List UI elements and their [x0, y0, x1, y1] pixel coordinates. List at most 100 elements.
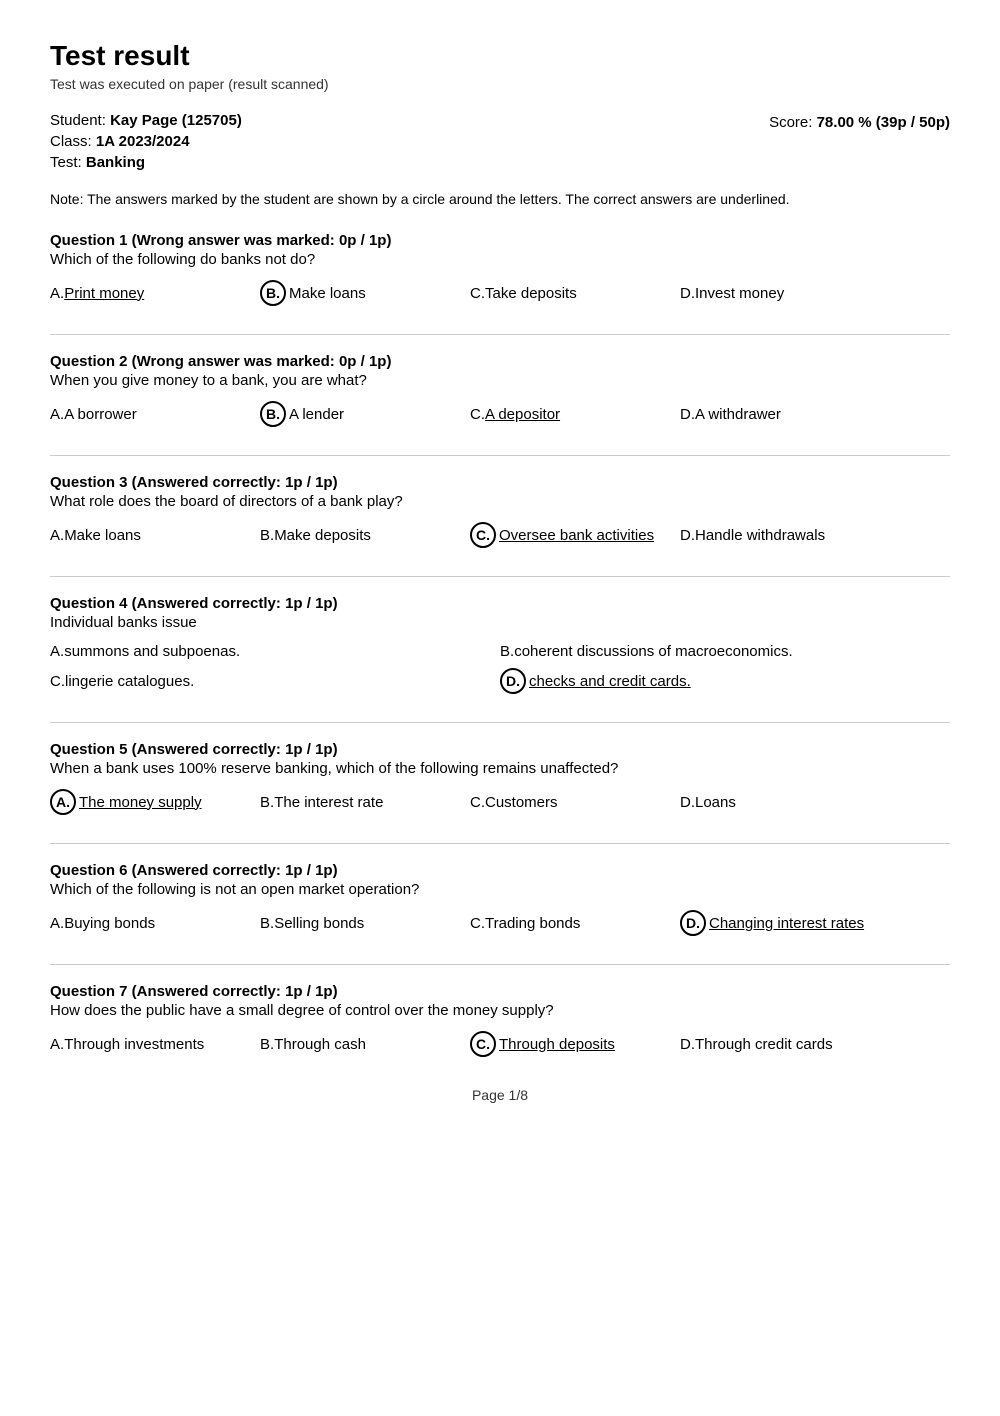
meta-left: Student: Kay Page (125705) Class: 1A 202…	[50, 112, 242, 171]
note-box: Note: The answers marked by the student …	[50, 189, 950, 210]
answer-q6-A: A. Buying bonds	[50, 915, 250, 932]
page-footer: Page 1/8	[50, 1087, 950, 1103]
score-value: 78.00 % (39p / 50p)	[817, 114, 950, 131]
answer-text-q1-B: Make loans	[289, 285, 366, 302]
answer-text-q7-A: Through investments	[64, 1036, 204, 1053]
answer-q1-D: D. Invest money	[680, 285, 880, 302]
page-number: Page 1/8	[472, 1087, 528, 1103]
answer-text-q5-B: The interest rate	[274, 794, 383, 811]
answer-text-q1-D: Invest money	[695, 285, 784, 302]
answers-q4: A. summons and subpoenas. B. coherent dis…	[50, 643, 950, 694]
answer-q5-D: D. Loans	[680, 794, 880, 811]
answer-q5-B: B. The interest rate	[260, 794, 460, 811]
student-line: Student: Kay Page (125705)	[50, 112, 242, 129]
answer-text-q2-A: A borrower	[64, 406, 137, 423]
answer-text-q4-D: checks and credit cards.	[529, 673, 691, 690]
answer-letter-q5-D: D.	[680, 794, 695, 811]
question-header-1: Question 1 (Wrong answer was marked: 0p …	[50, 232, 950, 249]
answer-q4-D: D.checks and credit cards.	[500, 668, 940, 694]
answer-letter-q3-A: A.	[50, 527, 64, 544]
answer-text-q1-A: Print money	[64, 285, 144, 302]
answer-q5-A: A.The money supply	[50, 789, 250, 815]
answer-q3-A: A. Make loans	[50, 527, 250, 544]
answer-q7-B: B. Through cash	[260, 1036, 460, 1053]
meta-section: Student: Kay Page (125705) Class: 1A 202…	[50, 112, 950, 171]
answer-text-q4-A: summons and subpoenas.	[64, 643, 240, 660]
answer-q2-A: A. A borrower	[50, 406, 250, 423]
answer-letter-q7-D: D.	[680, 1036, 695, 1053]
answers-q3: A. Make loans B. Make deposits C.Oversee b…	[50, 522, 950, 548]
answer-text-q7-D: Through credit cards	[695, 1036, 833, 1053]
answer-letter-q7-B: B.	[260, 1036, 274, 1053]
answers-q6: A. Buying bonds B. Selling bonds C. Tradin…	[50, 910, 950, 936]
question-header-3: Question 3 (Answered correctly: 1p / 1p)	[50, 474, 950, 491]
answer-text-q6-A: Buying bonds	[64, 915, 155, 932]
circle-q3-C: C.	[470, 522, 496, 548]
divider-4	[50, 722, 950, 723]
answer-letter-q6-C: C.	[470, 915, 485, 932]
score-section: Score: 78.00 % (39p / 50p)	[769, 112, 950, 171]
answer-text-q1-C: Take deposits	[485, 285, 577, 302]
answer-text-q5-D: Loans	[695, 794, 736, 811]
answer-text-q5-C: Customers	[485, 794, 558, 811]
question-header-5: Question 5 (Answered correctly: 1p / 1p)	[50, 741, 950, 758]
answer-text-q6-D: Changing interest rates	[709, 915, 864, 932]
circle-q7-C: C.	[470, 1031, 496, 1057]
answer-text-q4-B: coherent discussions of macroeconomics.	[514, 643, 792, 660]
circle-q4-D: D.	[500, 668, 526, 694]
question-block-2: Question 2 (Wrong answer was marked: 0p …	[50, 353, 950, 427]
student-label: Student:	[50, 112, 106, 129]
answer-q7-A: A. Through investments	[50, 1036, 250, 1053]
class-value: 1A 2023/2024	[96, 133, 190, 150]
class-line: Class: 1A 2023/2024	[50, 133, 242, 150]
answer-q4-B: B. coherent discussions of macroeconomic…	[500, 643, 940, 660]
answer-letter-q6-B: B.	[260, 915, 274, 932]
answers-q7: A. Through investmentsB. Through cashC.T…	[50, 1031, 950, 1057]
answer-q6-D: D.Changing interest rates	[680, 910, 880, 936]
page-title: Test result	[50, 40, 950, 72]
answer-q4-A: A. summons and subpoenas.	[50, 643, 490, 660]
answer-text-q3-C: Oversee bank activities	[499, 527, 654, 544]
circle-q2-B: B.	[260, 401, 286, 427]
question-block-5: Question 5 (Answered correctly: 1p / 1p)…	[50, 741, 950, 815]
answer-q6-C: C. Trading bonds	[470, 915, 670, 932]
answer-q7-C: C.Through deposits	[470, 1031, 670, 1057]
question-block-7: Question 7 (Answered correctly: 1p / 1p)…	[50, 983, 950, 1057]
question-header-7: Question 7 (Answered correctly: 1p / 1p)	[50, 983, 950, 1000]
answer-q2-D: D. A withdrawer	[680, 406, 880, 423]
question-text-7: How does the public have a small degree …	[50, 1002, 950, 1019]
answer-letter-q3-D: D.	[680, 527, 695, 544]
answer-text-q4-C: lingerie catalogues.	[65, 673, 194, 690]
answer-q2-B: B.A lender	[260, 401, 460, 427]
answer-q2-C: C. A depositor	[470, 406, 670, 423]
question-block-1: Question 1 (Wrong answer was marked: 0p …	[50, 232, 950, 306]
answer-letter-q2-D: D.	[680, 406, 695, 423]
question-text-1: Which of the following do banks not do?	[50, 251, 950, 268]
answer-q1-C: C. Take deposits	[470, 285, 670, 302]
test-line: Test: Banking	[50, 154, 242, 171]
question-header-4: Question 4 (Answered correctly: 1p / 1p)	[50, 595, 950, 612]
answer-letter-q4-A: A.	[50, 643, 64, 660]
question-header-6: Question 6 (Answered correctly: 1p / 1p)	[50, 862, 950, 879]
divider-1	[50, 334, 950, 335]
question-text-6: Which of the following is not an open ma…	[50, 881, 950, 898]
questions-container: Question 1 (Wrong answer was marked: 0p …	[50, 232, 950, 1057]
answer-q3-C: C.Oversee bank activities	[470, 522, 670, 548]
answer-letter-q5-B: B.	[260, 794, 274, 811]
answer-text-q3-B: Make deposits	[274, 527, 371, 544]
answer-q7-D: D. Through credit cards	[680, 1036, 880, 1053]
circle-q6-D: D.	[680, 910, 706, 936]
answer-q3-B: B. Make deposits	[260, 527, 460, 544]
divider-2	[50, 455, 950, 456]
question-text-2: When you give money to a bank, you are w…	[50, 372, 950, 389]
answer-letter-q6-A: A.	[50, 915, 64, 932]
question-header-2: Question 2 (Wrong answer was marked: 0p …	[50, 353, 950, 370]
score-label: Score:	[769, 114, 812, 131]
answer-q1-A: A. Print money	[50, 285, 250, 302]
answer-letter-q2-C: C.	[470, 406, 485, 423]
answer-letter-q2-A: A.	[50, 406, 64, 423]
answer-text-q2-D: A withdrawer	[695, 406, 781, 423]
answer-text-q6-B: Selling bonds	[274, 915, 364, 932]
question-block-3: Question 3 (Answered correctly: 1p / 1p)…	[50, 474, 950, 548]
answer-letter-q1-D: D.	[680, 285, 695, 302]
